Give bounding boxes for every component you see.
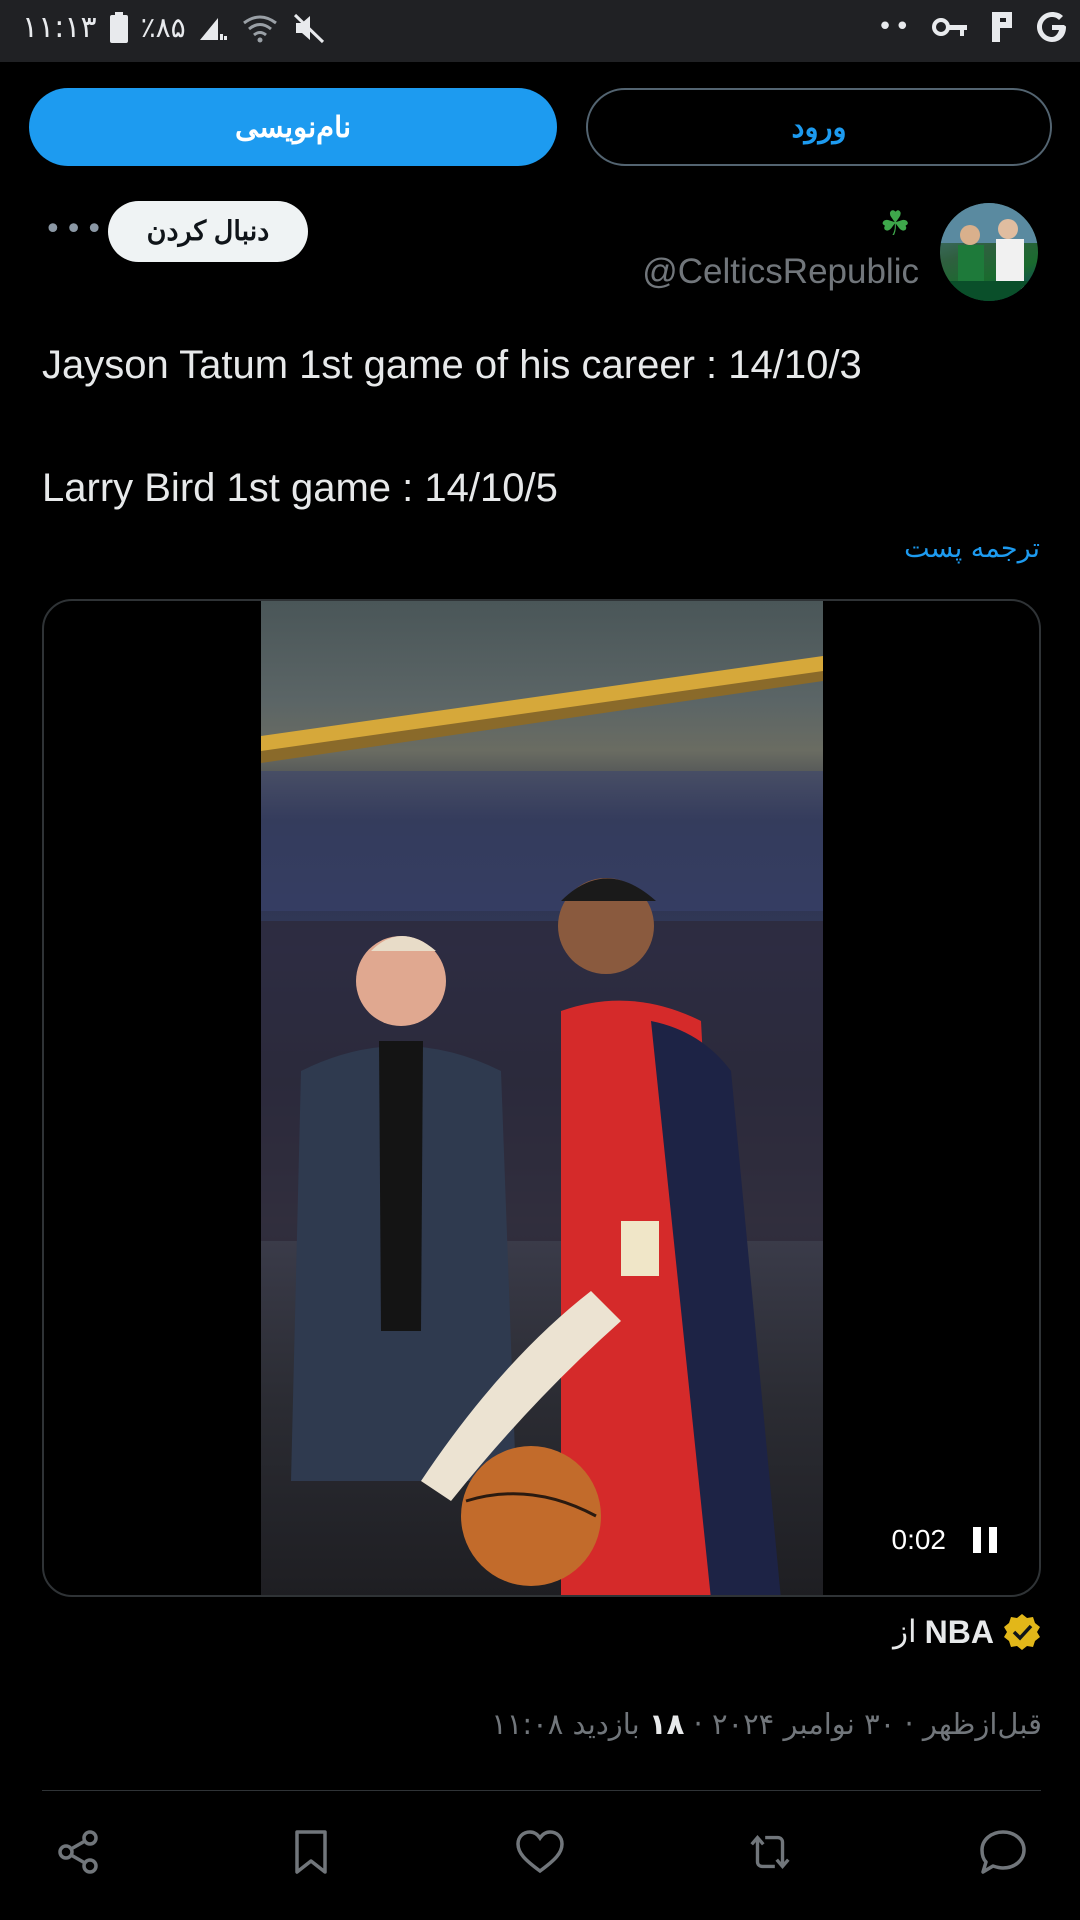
avatar-image — [940, 203, 1038, 301]
source-name[interactable]: NBA — [925, 1614, 994, 1651]
author-handle[interactable]: @CelticsRepublic — [642, 252, 919, 292]
share-button[interactable] — [52, 1826, 104, 1878]
views-label: بازدید — [572, 1707, 649, 1741]
tweet-text-line-1: Jayson Tatum 1st game of his career : 14… — [42, 343, 862, 387]
bookmark-button[interactable] — [285, 1826, 337, 1878]
mute-icon — [293, 13, 324, 43]
verified-badge-icon — [1004, 1614, 1040, 1650]
author-display-name[interactable]: ☘ — [880, 204, 910, 244]
video-time: 0:02 — [891, 1524, 947, 1555]
cell-signal-icon — [199, 17, 227, 40]
share-icon — [58, 1830, 98, 1874]
pause-icon[interactable] — [973, 1527, 997, 1553]
views-count: ۱۸ — [648, 1707, 685, 1741]
p-app-icon — [992, 12, 1012, 42]
status-left: ۱۱:۱۳ ٪۸۵ — [22, 10, 326, 45]
bookmark-icon — [295, 1830, 327, 1874]
status-time: ۱۱:۱۳ — [22, 10, 97, 45]
reply-icon — [980, 1830, 1026, 1874]
signup-button[interactable]: نام‌نویسی — [29, 88, 557, 166]
retweet-icon — [750, 1834, 790, 1870]
key-icon — [932, 18, 967, 36]
battery-icon — [109, 11, 128, 43]
media-source[interactable]: از NBA — [893, 1612, 1042, 1652]
media-container[interactable]: 0:02 — [42, 599, 1041, 1597]
post-meta: ۱۱:۰۸ قبل‌ازظهر · ۳۰ نوامبر ۲۰۲۴ · ۱۸ با… — [491, 1707, 1042, 1741]
divider — [42, 1790, 1041, 1791]
video-player[interactable] — [261, 601, 823, 1595]
translate-post-link[interactable]: ترجمه پست — [904, 533, 1040, 564]
status-right: •• — [877, 10, 1068, 44]
battery-percent: ٪۸۵ — [140, 11, 186, 44]
source-prefix: از — [893, 1614, 917, 1650]
like-button[interactable] — [514, 1826, 566, 1878]
status-bar: ۱۱:۱۳ ٪۸۵ •• — [0, 0, 1080, 62]
video-frame — [261, 656, 823, 1595]
follow-button[interactable]: دنبال کردن — [108, 201, 308, 262]
reply-button[interactable] — [977, 1826, 1029, 1878]
status-more-dots: •• — [877, 12, 912, 42]
tweet-text-line-2: Larry Bird 1st game : 14/10/5 — [42, 466, 558, 510]
like-icon — [516, 1830, 564, 1874]
more-options-button[interactable]: ••• — [44, 212, 106, 247]
login-button[interactable]: ورود — [586, 88, 1052, 166]
wifi-icon — [242, 15, 277, 42]
retweet-button[interactable] — [744, 1826, 796, 1878]
google-icon — [1037, 12, 1066, 42]
avatar[interactable] — [940, 203, 1038, 301]
